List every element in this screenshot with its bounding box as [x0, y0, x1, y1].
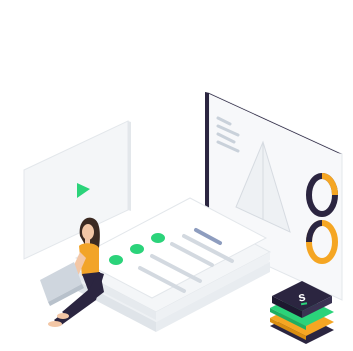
isometric-illustration: s	[23, 92, 343, 344]
